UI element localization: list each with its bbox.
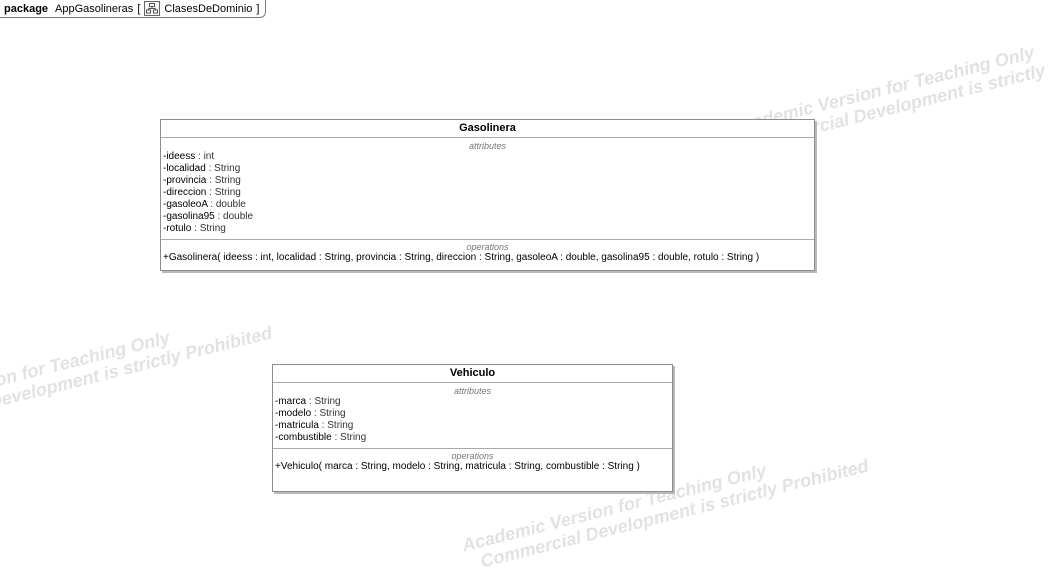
class-name: Gasolinera xyxy=(161,120,814,138)
attribute-type: : String xyxy=(206,175,241,186)
operations-title: operations xyxy=(466,242,509,252)
attribute-type: : String xyxy=(306,396,341,407)
attribute-name: -rotulo xyxy=(163,223,192,234)
class-gasolinera[interactable]: Gasolinera attributes -ideess : int -loc… xyxy=(160,119,815,271)
operations-compartment: operations +Gasolinera( ideess : int, lo… xyxy=(161,242,814,267)
attribute-row[interactable]: -combustible : String xyxy=(275,432,670,444)
attribute-type: : double xyxy=(214,211,254,222)
diagram-frame-label[interactable]: package AppGasolineras [ ClasesDeDominio… xyxy=(0,0,267,18)
frame-keyword: package xyxy=(4,2,49,15)
class-diagram-icon xyxy=(144,1,161,16)
attribute-type: : String xyxy=(191,223,226,234)
operation-row[interactable]: +Gasolinera( ideess : int, localidad : S… xyxy=(163,252,812,264)
attribute-row[interactable]: -localidad : String xyxy=(163,163,812,175)
attribute-type: : String xyxy=(206,187,241,198)
watermark-line-1: Academic Version for Teaching Only xyxy=(0,327,172,422)
watermark-middle-left: Academic Version for Teaching Only Comme… xyxy=(0,303,274,438)
close-bracket: ] xyxy=(256,2,260,15)
operations-compartment: operations +Vehiculo( marca : String, mo… xyxy=(273,451,672,476)
watermark-line-2: Commercial Development is strictly Prohi… xyxy=(0,322,275,438)
attribute-name: -direccion xyxy=(163,187,207,198)
attribute-name: -modelo xyxy=(275,408,312,419)
attributes-compartment: attributes -marca : String -modelo : Str… xyxy=(273,383,672,449)
attribute-row[interactable]: -marca : String xyxy=(275,396,670,408)
attribute-row[interactable]: -gasolina95 : double xyxy=(163,211,812,223)
attribute-row[interactable]: -gasoleoA : double xyxy=(163,199,812,211)
attribute-row[interactable]: -ideess : int xyxy=(163,151,812,163)
attribute-type: : String xyxy=(318,420,354,431)
operation-row[interactable]: +Vehiculo( marca : String, modelo : Stri… xyxy=(275,461,670,473)
attribute-type: : int xyxy=(195,151,215,162)
attribute-name: -combustible xyxy=(275,432,332,443)
attribute-row[interactable]: -provincia : String xyxy=(163,175,812,187)
attribute-name: -ideess xyxy=(163,151,196,162)
class-vehiculo[interactable]: Vehiculo attributes -marca : String -mod… xyxy=(272,364,673,492)
attribute-name: -provincia xyxy=(163,175,207,186)
attribute-type: : String xyxy=(331,432,367,443)
open-bracket: [ xyxy=(137,2,141,15)
attribute-row[interactable]: -modelo : String xyxy=(275,408,670,420)
class-name: Vehiculo xyxy=(273,365,672,383)
attributes-title: attributes xyxy=(468,141,507,151)
diagram-name: ClasesDeDominio xyxy=(164,2,253,15)
package-name: AppGasolineras xyxy=(55,2,134,15)
attribute-name: -gasoleoA xyxy=(163,199,208,210)
attributes-title: attributes xyxy=(453,386,492,396)
attribute-name: -localidad xyxy=(163,163,206,174)
attribute-row[interactable]: -matricula : String xyxy=(275,420,670,432)
attribute-name: -matricula xyxy=(275,420,319,431)
attribute-row[interactable]: -direccion : String xyxy=(163,187,812,199)
attribute-type: : String xyxy=(205,163,241,174)
attribute-type: : double xyxy=(207,199,246,210)
attribute-name: -gasolina95 xyxy=(163,211,215,222)
operations-title: operations xyxy=(451,451,494,461)
attribute-name: -marca xyxy=(275,396,307,407)
attribute-type: : String xyxy=(311,408,346,419)
attribute-row[interactable]: -rotulo : String xyxy=(163,223,812,235)
attributes-compartment: attributes -ideess : int -localidad : St… xyxy=(161,138,814,240)
